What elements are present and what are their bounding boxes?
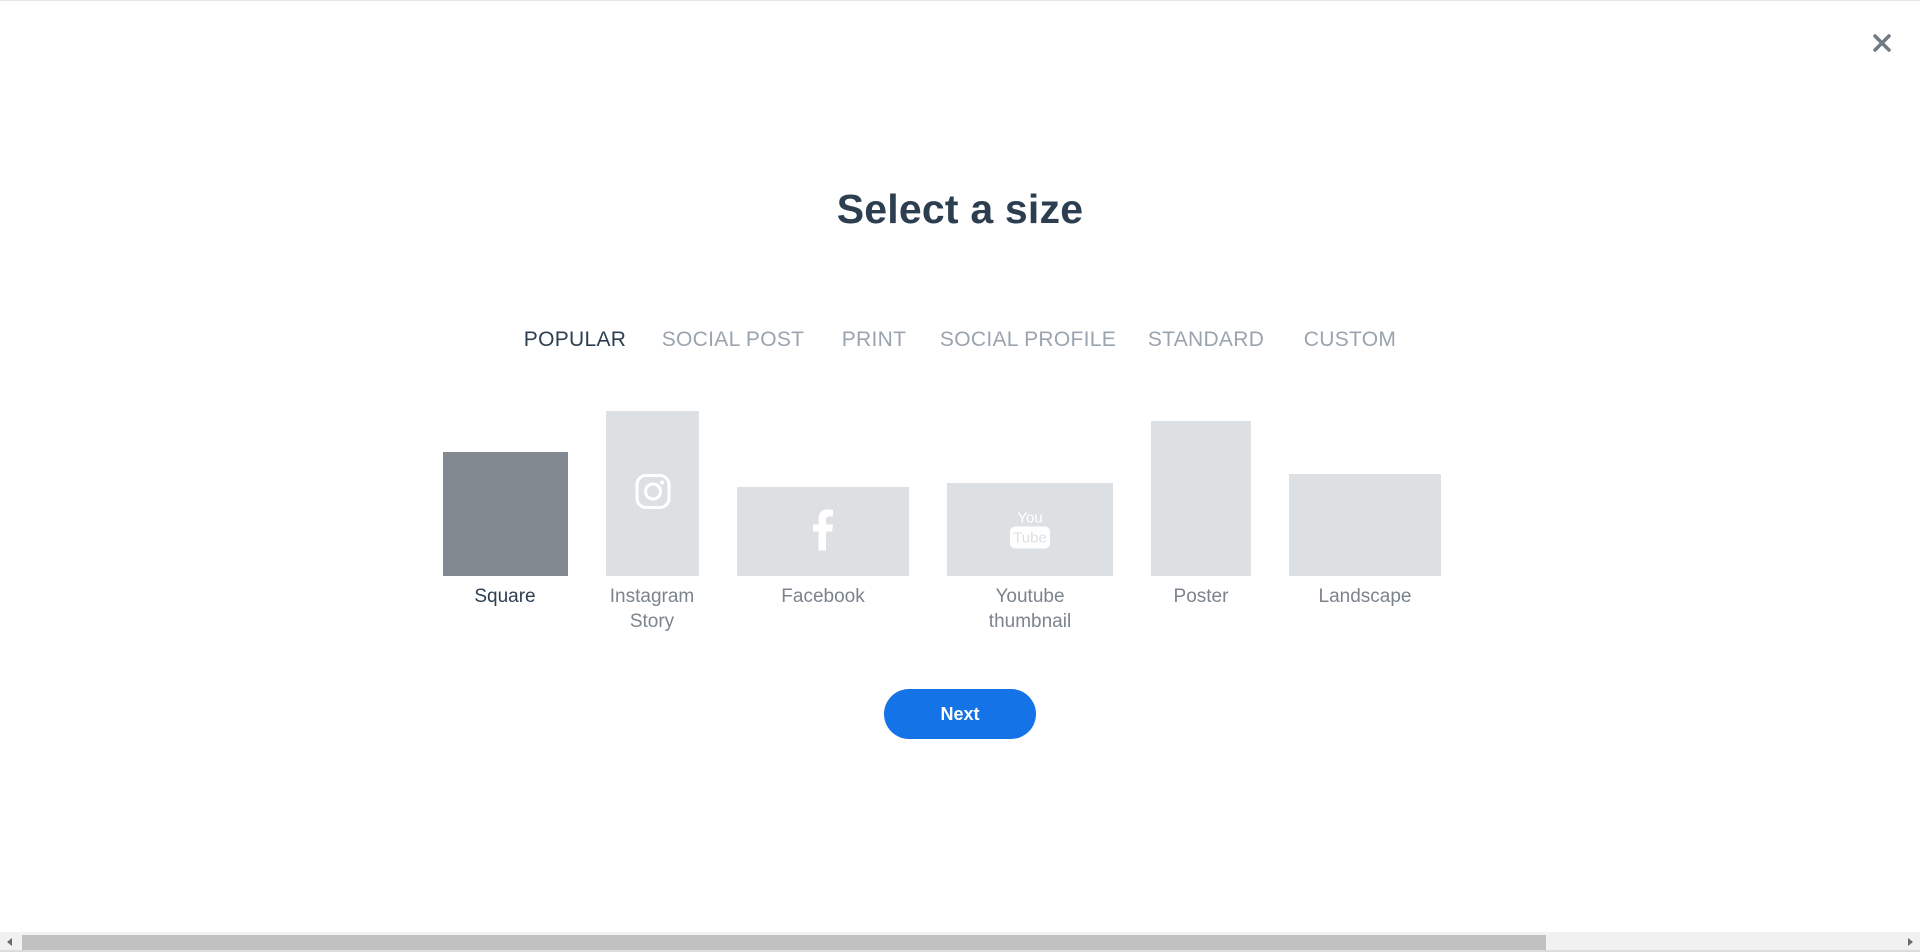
horizontal-scrollbar[interactable] xyxy=(0,932,1920,952)
tab-print[interactable]: PRINT xyxy=(842,328,907,352)
size-option-square[interactable] xyxy=(443,452,568,576)
size-category-tabs: POPULAR SOCIAL POST PRINT SOCIAL PROFILE… xyxy=(0,328,1920,358)
size-label-poster: Poster xyxy=(1173,586,1229,607)
scrollbar-thumb[interactable] xyxy=(22,935,1546,950)
scroll-right-arrow-icon[interactable] xyxy=(1900,932,1920,952)
size-label-youtube-thumbnail: Youtube thumbnail xyxy=(988,586,1072,632)
top-border xyxy=(0,0,1920,1)
size-label-square: Square xyxy=(474,586,536,607)
youtube-icon: You Tube xyxy=(1009,505,1051,554)
youtube-thumbnail-thumbnail: You Tube xyxy=(947,483,1113,576)
facebook-icon xyxy=(812,508,834,555)
size-option-instagram-story[interactable] xyxy=(606,411,699,576)
youtube-icon-bottom-text: Tube xyxy=(1013,529,1047,546)
facebook-thumbnail xyxy=(737,487,909,576)
landscape-thumbnail xyxy=(1289,474,1441,576)
tab-social-post[interactable]: SOCIAL POST xyxy=(662,328,805,352)
size-label-facebook: Facebook xyxy=(781,586,865,607)
close-icon xyxy=(1864,25,1900,61)
tab-social-profile[interactable]: SOCIAL PROFILE xyxy=(940,328,1116,352)
next-button[interactable]: Next xyxy=(884,689,1036,739)
close-button[interactable] xyxy=(1864,25,1900,61)
instagram-icon xyxy=(635,473,671,514)
size-label-instagram-story: Instagram Story xyxy=(609,586,695,632)
tab-popular[interactable]: POPULAR xyxy=(524,328,626,352)
dialog-title: Select a size xyxy=(836,186,1084,232)
youtube-icon-top-text: You xyxy=(1017,509,1042,526)
instagram-story-thumbnail xyxy=(606,411,699,576)
poster-thumbnail xyxy=(1151,421,1251,576)
tab-custom[interactable]: CUSTOM xyxy=(1304,328,1396,352)
size-label-landscape: Landscape xyxy=(1318,586,1412,607)
size-option-poster[interactable] xyxy=(1151,421,1251,576)
size-option-facebook[interactable] xyxy=(737,487,909,576)
size-picker-dialog: Select a size POPULAR SOCIAL POST PRINT … xyxy=(0,0,1920,952)
size-option-youtube-thumbnail[interactable]: You Tube xyxy=(947,483,1113,576)
square-thumbnail xyxy=(443,452,568,576)
tab-standard[interactable]: STANDARD xyxy=(1148,328,1264,352)
scroll-left-arrow-icon[interactable] xyxy=(0,932,20,952)
size-option-landscape[interactable] xyxy=(1289,474,1441,576)
